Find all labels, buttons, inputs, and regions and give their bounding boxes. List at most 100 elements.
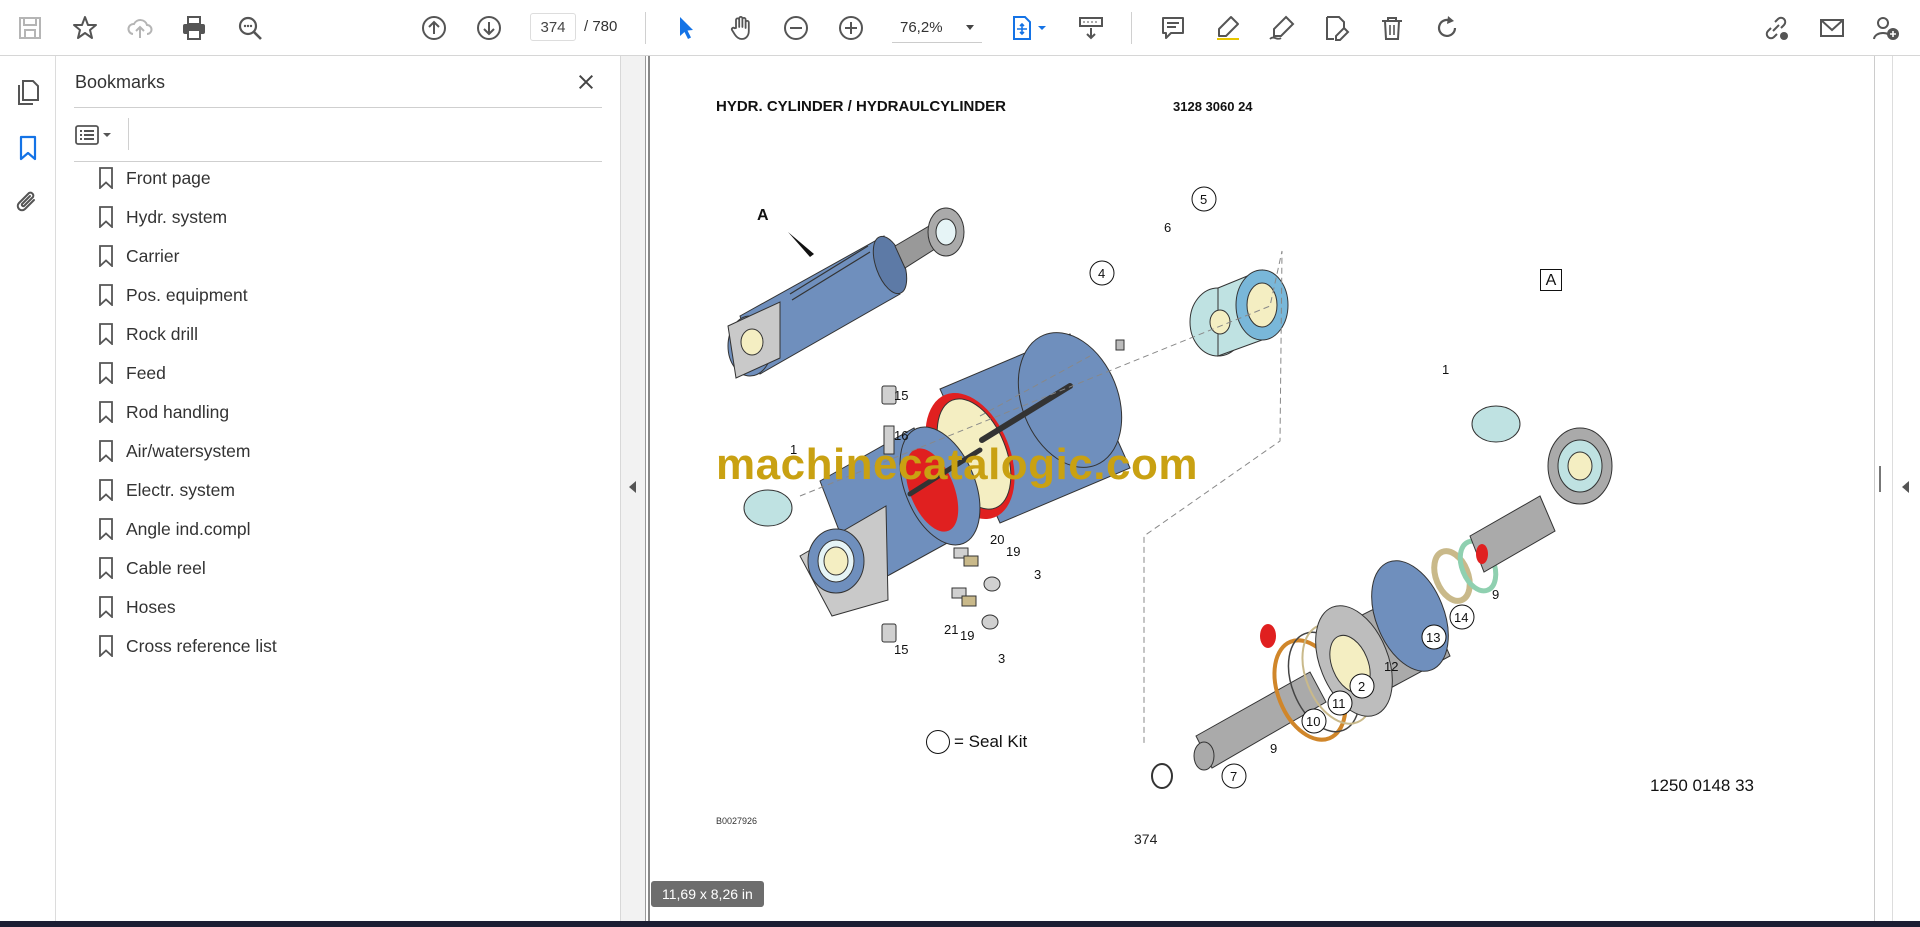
- callout-label: 3: [998, 651, 1005, 666]
- seal-kit-circle-icon: [926, 730, 950, 754]
- bookmark-icon: [99, 167, 113, 189]
- callout-label: 6: [1164, 220, 1171, 235]
- bookmark-icon: [99, 401, 113, 423]
- select-tool-icon[interactable]: [668, 10, 704, 46]
- callout-label: 15: [894, 642, 908, 657]
- bookmark-item[interactable]: Rock drill: [96, 318, 596, 350]
- save-icon[interactable]: [12, 10, 48, 46]
- highlight-icon[interactable]: [1210, 10, 1246, 46]
- delete-icon[interactable]: [1374, 10, 1410, 46]
- rotate-icon[interactable]: [1429, 10, 1465, 46]
- scroll-thumb[interactable]: [1879, 466, 1881, 492]
- document-viewer[interactable]: HYDR. CYLINDER / HYDRAULCYLINDER 3128 30…: [646, 56, 1874, 921]
- add-user-icon[interactable]: [1868, 10, 1904, 46]
- bookmark-label: Hydr. system: [126, 206, 228, 227]
- bookmark-item[interactable]: Cross reference list: [96, 630, 596, 662]
- callout-label: 7: [1230, 769, 1237, 784]
- bookmark-icon: [99, 557, 113, 579]
- next-page-icon[interactable]: [471, 10, 507, 46]
- bookmark-item[interactable]: Hydr. system: [96, 201, 596, 233]
- callout-label: 21: [944, 622, 958, 637]
- bookmark-label: Cable reel: [126, 557, 206, 578]
- vertical-scrollbar[interactable]: [1874, 56, 1892, 921]
- callout-label: 12: [1384, 659, 1398, 674]
- star-icon[interactable]: [67, 10, 103, 46]
- divider: [74, 107, 602, 108]
- seal-kit-legend: = Seal Kit: [926, 730, 1027, 754]
- bookmark-item[interactable]: Feed: [96, 357, 596, 389]
- bookmark-item[interactable]: Cable reel: [96, 552, 596, 584]
- zoom-value: 76,2%: [900, 19, 943, 36]
- callout-label: 2: [1358, 679, 1365, 694]
- callout-label: 5: [1200, 192, 1207, 207]
- attachments-icon[interactable]: [12, 186, 44, 218]
- bookmark-label: Hoses: [126, 596, 176, 617]
- scrolling-mode-icon[interactable]: [1073, 10, 1109, 46]
- watermark: machinecatalogic.com: [716, 440, 1198, 489]
- cloud-upload-icon[interactable]: [122, 10, 158, 46]
- callout-label: 9: [1492, 587, 1499, 602]
- bookmark-label: Pos. equipment: [126, 284, 248, 305]
- callout-label: 10: [1306, 714, 1320, 729]
- email-icon[interactable]: [1814, 10, 1850, 46]
- right-panel-toggle[interactable]: [1892, 56, 1920, 921]
- zoom-select[interactable]: 76,2%: [892, 13, 982, 43]
- callout-label: 19: [1006, 544, 1020, 559]
- callout-label: 4: [1098, 266, 1105, 281]
- list-options-icon: [75, 125, 111, 145]
- hand-tool-icon[interactable]: [723, 10, 759, 46]
- bookmark-item[interactable]: Electr. system: [96, 474, 596, 506]
- callout-label: 14: [1454, 610, 1468, 625]
- chevron-down-icon: [966, 25, 974, 30]
- bookmark-icon: [99, 206, 113, 228]
- bookmark-label: Carrier: [126, 245, 180, 266]
- left-rail: [0, 56, 56, 921]
- bookmarks-panel: Bookmarks Front page Hydr. system Carrie…: [56, 56, 620, 921]
- bookmark-icon: [99, 323, 113, 345]
- drawing-reference: B0027926: [716, 816, 758, 826]
- bookmark-icon: [99, 440, 113, 462]
- zoom-out-icon[interactable]: [778, 10, 814, 46]
- zoom-in-icon[interactable]: [833, 10, 869, 46]
- draw-icon[interactable]: [1264, 10, 1300, 46]
- callout-label: 11: [1332, 696, 1346, 711]
- page-size-chip: 11,69 x 8,26 in: [651, 881, 764, 907]
- print-icon[interactable]: [176, 10, 212, 46]
- page-thumbnails-icon[interactable]: [12, 76, 44, 108]
- bookmark-item[interactable]: Front page: [96, 162, 596, 194]
- page-number-input[interactable]: 374: [530, 13, 576, 41]
- bookmark-label: Feed: [126, 362, 166, 383]
- bookmark-icon: [99, 479, 113, 501]
- pdf-page: HYDR. CYLINDER / HYDRAULCYLINDER 3128 30…: [648, 56, 1866, 921]
- bookmark-label: Electr. system: [126, 479, 235, 500]
- piston-rod-assembly: [1151, 405, 1613, 789]
- bookmark-icon: [99, 362, 113, 384]
- bookmark-icon: [99, 518, 113, 540]
- bookmarks-icon[interactable]: [12, 132, 44, 164]
- collapse-left-icon: [629, 481, 636, 493]
- part-number: 1250 0148 33: [1650, 776, 1754, 795]
- previous-page-icon[interactable]: [416, 10, 452, 46]
- edit-text-icon[interactable]: [1318, 10, 1354, 46]
- bookmark-options-button[interactable]: [74, 120, 120, 150]
- bookmarks-title: Bookmarks: [75, 72, 166, 92]
- bookmark-label: Rod handling: [126, 401, 230, 422]
- bookmark-item[interactable]: Rod handling: [96, 396, 596, 428]
- seal-kit-label: = Seal Kit: [954, 732, 1028, 751]
- piston-pair: [1115, 269, 1289, 357]
- bookmark-item[interactable]: Air/watersystem: [96, 435, 596, 467]
- bookmark-item[interactable]: Hoses: [96, 591, 596, 623]
- collapse-panel-handle[interactable]: [620, 56, 646, 921]
- detail-badge: A: [1540, 269, 1562, 291]
- close-icon[interactable]: [572, 68, 600, 96]
- callout-label: 9: [1270, 741, 1277, 756]
- bookmark-item[interactable]: Carrier: [96, 240, 596, 272]
- share-link-icon[interactable]: [1758, 10, 1794, 46]
- page-total-label: / 780: [584, 18, 618, 35]
- bookmark-label: Air/watersystem: [126, 440, 251, 461]
- bookmark-item[interactable]: Angle ind.compl: [96, 513, 596, 545]
- find-icon[interactable]: [232, 10, 268, 46]
- bookmark-item[interactable]: Pos. equipment: [96, 279, 596, 311]
- comment-icon[interactable]: [1155, 10, 1191, 46]
- fit-page-icon[interactable]: [1004, 10, 1052, 46]
